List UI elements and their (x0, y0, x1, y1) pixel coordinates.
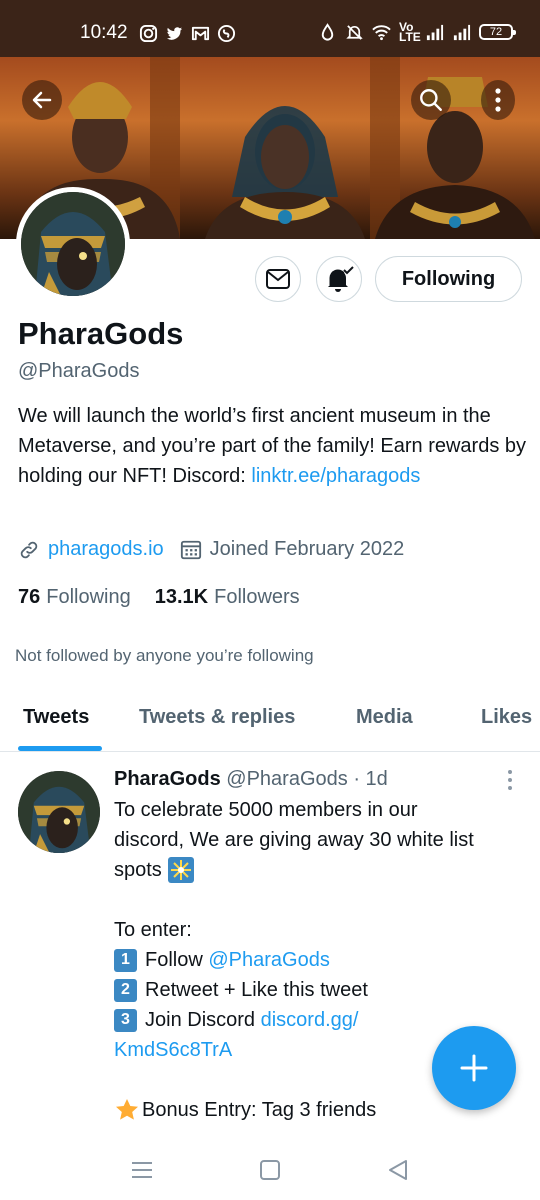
back-triangle-icon[interactable] (384, 1156, 412, 1184)
followers-label: Followers (214, 586, 300, 608)
tweet-line: spots (114, 855, 530, 885)
tweet-author-handle: @PharaGods (226, 768, 348, 790)
signal-icon (426, 24, 444, 40)
volte-label: Vo LTE (399, 20, 421, 44)
tab-tweets[interactable]: Tweets (23, 706, 89, 729)
more-options-button[interactable] (481, 80, 515, 120)
mail-icon (266, 269, 290, 289)
compose-tweet-button[interactable] (432, 1026, 516, 1110)
tweet-header: PharaGods @PharaGods · 1d (114, 768, 388, 791)
search-button[interactable] (411, 80, 451, 120)
plus-icon (460, 1054, 488, 1082)
twitter-icon (166, 27, 183, 40)
following-button[interactable]: Following (375, 256, 522, 302)
data-saver-icon (321, 22, 334, 41)
back-button[interactable] (22, 80, 62, 120)
mention-link[interactable]: @PharaGods (208, 945, 329, 975)
instagram-icon (139, 24, 158, 43)
link-icon (20, 541, 38, 558)
search-icon (420, 89, 442, 111)
more-vertical-icon (495, 88, 501, 112)
star-emoji-icon (116, 1099, 138, 1120)
keycap-three-icon: 3 (114, 1008, 137, 1032)
tab-tweets-replies[interactable]: Tweets & replies (139, 706, 295, 729)
profile-bio: We will launch the world’s first ancient… (18, 401, 528, 491)
notifications-button[interactable] (316, 256, 362, 302)
following-label: Following (46, 586, 131, 608)
tweet-avatar[interactable] (18, 771, 100, 853)
gmail-icon (191, 26, 210, 41)
followers-count: 13.1K (154, 586, 209, 608)
pharaoh-avatar-image (21, 192, 125, 296)
followers-stat[interactable]: 13.1K Followers (155, 586, 300, 609)
following-stat[interactable]: 76 Following (18, 586, 131, 609)
status-time: 10:42 (80, 22, 128, 43)
keycap-one-icon: 1 (114, 948, 137, 972)
menu-icon[interactable] (128, 1156, 156, 1184)
step-text: Retweet + Like this tweet (145, 979, 368, 1001)
calendar-icon (180, 540, 201, 559)
shazam-icon (217, 24, 236, 43)
profile-avatar[interactable] (16, 187, 130, 301)
status-bar: 10:42 Vo LTE 72 (0, 0, 540, 57)
profile-handle: @PharaGods (18, 360, 140, 382)
tweet-author-name[interactable]: PharaGods (114, 768, 221, 790)
home-icon[interactable] (256, 1156, 284, 1184)
tweet-line: To enter: (114, 919, 192, 941)
profile-meta: pharagods.io Joined February 2022 (18, 538, 404, 561)
notification-icons (139, 24, 236, 43)
tab-media[interactable]: Media (356, 706, 413, 729)
profile-tabs: Tweets Tweets & replies Media Likes (0, 690, 540, 752)
more-vertical-icon (508, 770, 512, 790)
message-button[interactable] (255, 256, 301, 302)
battery-indicator: 72 (479, 24, 516, 40)
sparkler-emoji-icon (167, 857, 194, 883)
system-icons: Vo LTE 72 (318, 20, 516, 44)
not-followed-notice: Not followed by anyone you’re following (15, 646, 314, 665)
following-count: 76 (18, 586, 41, 608)
bell-check-icon (328, 266, 354, 292)
keycap-two-icon: 2 (114, 978, 137, 1002)
follow-stats: 76 Following 13.1K Followers (18, 586, 324, 609)
tweet-line-text: spots (114, 859, 162, 881)
tweet-line: To celebrate 5000 members in our (114, 799, 418, 821)
bio-link[interactable]: linktr.ee/pharagods (251, 465, 420, 487)
signal-icon (453, 24, 471, 40)
tab-likes[interactable]: Likes (481, 706, 532, 729)
tweet-more-button[interactable] (500, 768, 520, 792)
tweet-step: 1 Follow @PharaGods (114, 945, 530, 975)
step-text: Join Discord (145, 1009, 256, 1031)
website-link[interactable]: pharagods.io (48, 538, 164, 561)
wifi-icon (372, 24, 391, 40)
bonus-text: Bonus Entry: Tag 3 friends (142, 1099, 377, 1121)
step-text: Follow (145, 949, 203, 971)
tweet-age: · 1d (353, 768, 388, 790)
joined-date: Joined February 2022 (209, 538, 405, 560)
system-nav-bar (0, 1140, 540, 1200)
bell-off-icon (346, 24, 363, 40)
discord-link[interactable]: KmdS6c8TrA (114, 1035, 232, 1065)
discord-link[interactable]: discord.gg/ (261, 1005, 359, 1035)
display-name: PharaGods (18, 316, 184, 351)
active-tab-indicator (18, 746, 102, 751)
tweet-line: discord, We are giving away 30 white lis… (114, 829, 474, 851)
tweet-step: 2 Retweet + Like this tweet (114, 975, 530, 1005)
pharaoh-avatar-image (18, 771, 100, 853)
arrow-left-icon (32, 91, 52, 109)
